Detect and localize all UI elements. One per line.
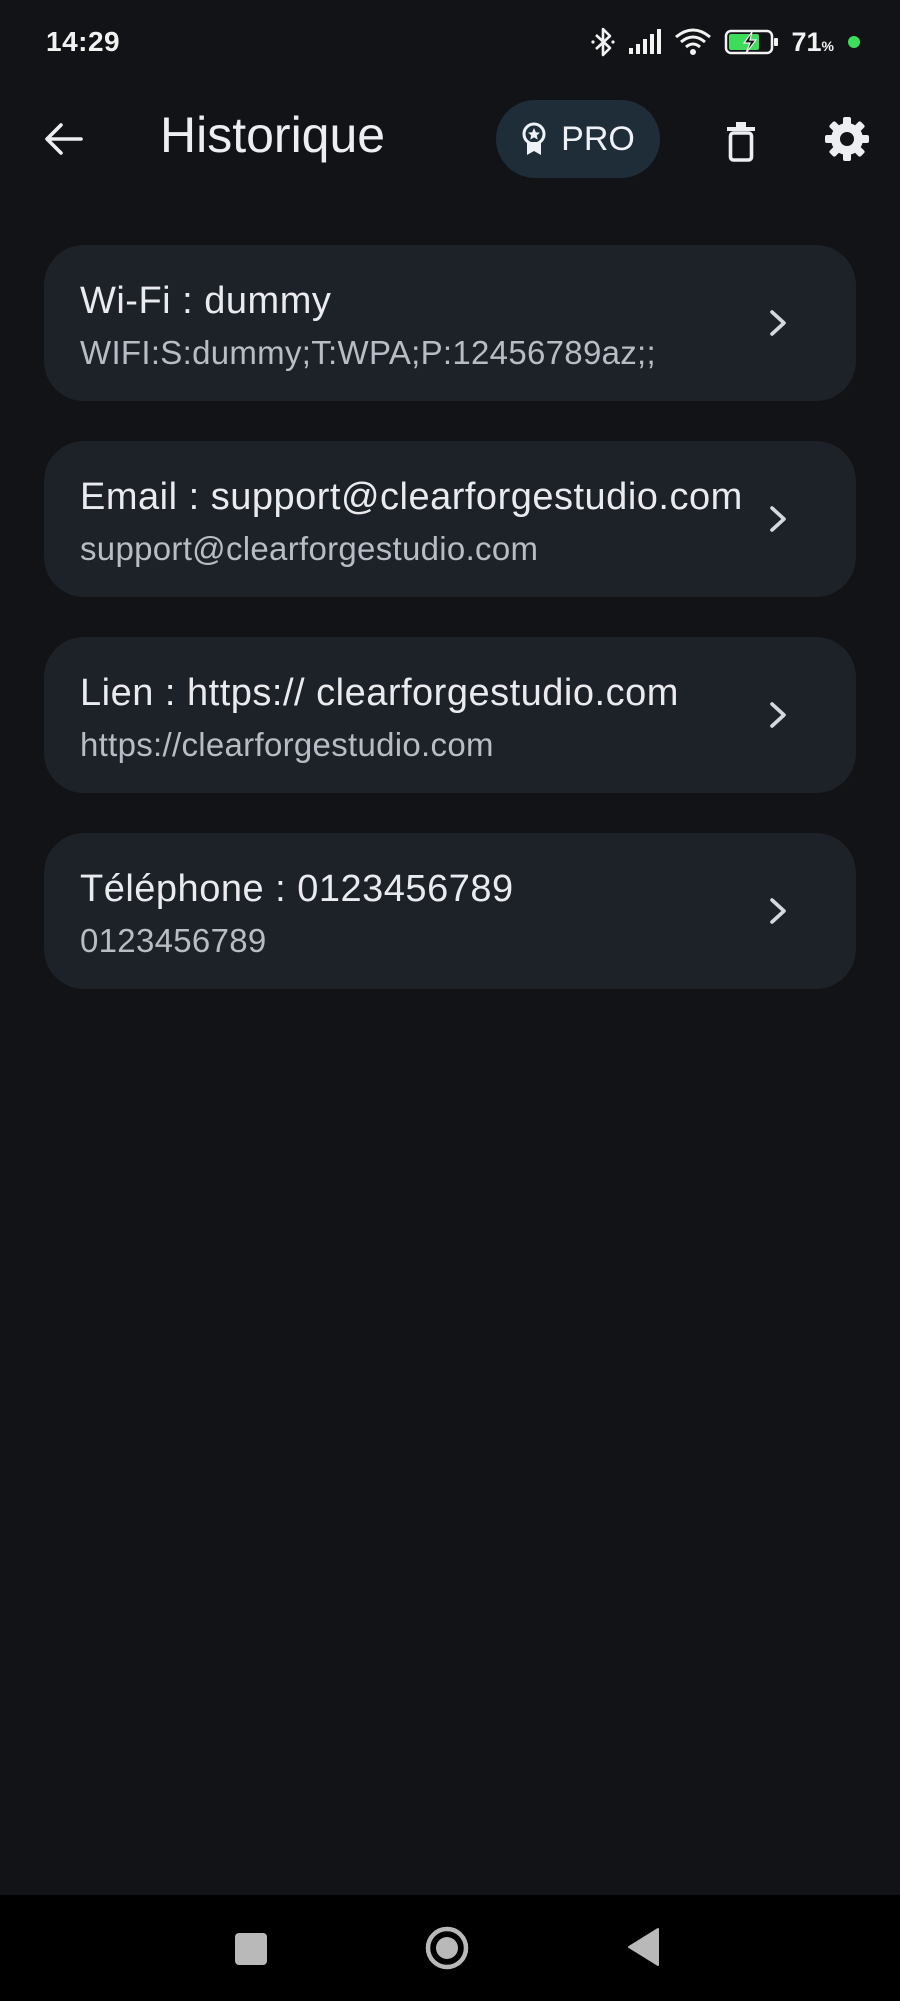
app-bar: Historique PRO (0, 84, 900, 194)
history-item-subtitle: 0123456789 (80, 922, 267, 959)
status-time: 14:29 (46, 26, 121, 57)
award-icon (522, 122, 546, 155)
history-item-title: Lien : https:// clearforgestudio.com (80, 672, 679, 714)
chevron-right-icon (770, 506, 786, 532)
history-item-email[interactable]: Email : support@clearforgestudio.com sup… (44, 441, 856, 597)
system-icons: 71% (590, 26, 860, 58)
history-list: Wi-Fi : dummy WIFI:S:dummy;T:WPA;P:12456… (44, 245, 856, 1029)
history-item-subtitle: WIFI:S:dummy;T:WPA;P:12456789az;; (80, 334, 656, 371)
history-item-wifi[interactable]: Wi-Fi : dummy WIFI:S:dummy;T:WPA;P:12456… (44, 245, 856, 401)
history-item-link[interactable]: Lien : https:// clearforgestudio.com htt… (44, 637, 856, 793)
chevron-right-icon (770, 702, 786, 728)
delete-all-button[interactable] (716, 114, 766, 170)
bluetooth-icon (590, 26, 616, 58)
battery-dot (848, 36, 860, 48)
pro-button[interactable]: PRO (496, 100, 660, 178)
battery-percent: 71% (791, 26, 835, 57)
page-title: Historique (160, 107, 386, 163)
recents-icon[interactable] (235, 1933, 267, 1965)
home-icon[interactable] (424, 1925, 470, 1971)
gear-icon (825, 117, 869, 161)
history-item-title: Email : support@clearforgestudio.com (80, 476, 743, 518)
history-item-subtitle: support@clearforgestudio.com (80, 530, 539, 567)
signal-icon (628, 28, 662, 56)
history-item-title: Wi-Fi : dummy (80, 280, 332, 322)
battery-charging-icon (724, 28, 780, 56)
history-item-subtitle: https://clearforgestudio.com (80, 726, 494, 763)
arrow-back-icon (45, 123, 83, 155)
back-triangle-icon[interactable] (626, 1927, 660, 1967)
back-button[interactable] (38, 114, 88, 164)
wifi-icon (674, 27, 712, 57)
history-item-phone[interactable]: Téléphone : 0123456789 0123456789 (44, 833, 856, 989)
chevron-right-icon (770, 898, 786, 924)
pro-label: PRO (561, 119, 635, 158)
history-item-title: Téléphone : 0123456789 (80, 868, 514, 910)
system-nav-bar (0, 1895, 900, 2001)
settings-button[interactable] (820, 112, 874, 166)
chevron-right-icon (770, 310, 786, 336)
trash-icon (727, 122, 755, 162)
status-bar: 14:29 71% (0, 0, 900, 84)
